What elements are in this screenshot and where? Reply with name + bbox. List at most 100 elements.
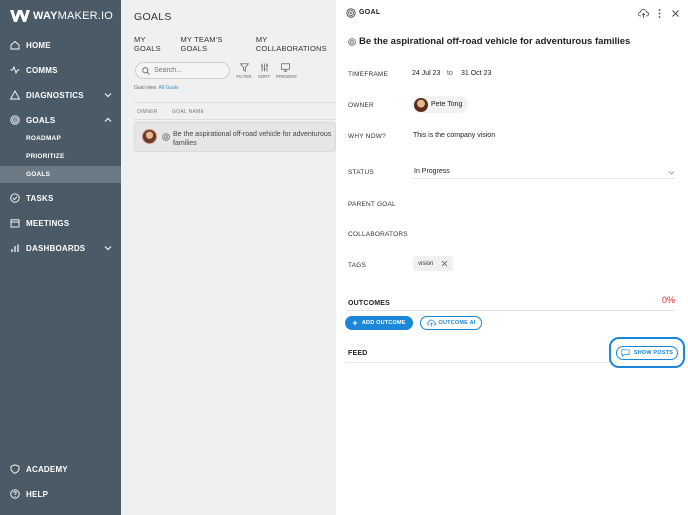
target-icon — [346, 8, 356, 18]
feed-heading: FEED — [348, 350, 368, 357]
help-icon — [10, 489, 20, 499]
sidebar-item-label: MEETINGS — [26, 218, 70, 228]
monitor-icon — [280, 63, 290, 72]
cloud-upload-icon[interactable] — [638, 8, 649, 19]
goal-title[interactable]: Be the aspirational off-road vehicle for… — [359, 36, 630, 47]
panel-header: GOAL — [359, 9, 381, 16]
sidebar-item-academy[interactable]: ACADEMY — [0, 459, 121, 479]
add-outcome-label: ADD OUTCOME — [361, 320, 406, 326]
sidebar-subitem-label: PRIORITIZE — [26, 153, 65, 160]
sidebar-item-dashboards[interactable]: DASHBOARDS — [0, 238, 121, 258]
goal-view: Goal view: All Goals — [134, 85, 178, 91]
search-box[interactable] — [135, 62, 230, 79]
chevron-down-icon[interactable] — [104, 91, 112, 99]
sidebar-subitem-goals[interactable]: GOALS — [0, 166, 121, 183]
pulse-icon — [10, 65, 20, 75]
status-underline — [412, 178, 675, 179]
column-owner[interactable]: OWNER — [137, 109, 158, 115]
tag-chip[interactable]: vision — [413, 256, 454, 271]
tag-label: vision — [418, 260, 434, 267]
sort-label: SORT — [257, 74, 271, 79]
sidebar-subitem-label: ROADMAP — [26, 135, 61, 142]
calendar-icon — [10, 218, 20, 228]
outcome-ai-button[interactable]: OUTCOME AI — [420, 316, 482, 330]
sidebar-item-goals[interactable]: GOALS — [0, 110, 121, 130]
close-icon[interactable] — [670, 8, 681, 19]
sidebar-item-label: DIAGNOSTICS — [26, 90, 84, 100]
show-posts-button[interactable]: SHOW POSTS — [616, 346, 678, 360]
sidebar-item-home[interactable]: HOME — [0, 35, 121, 55]
tab-my-collaborations[interactable]: MY COLLABORATIONS — [256, 35, 336, 53]
owner-chip[interactable]: Pete Tong — [412, 96, 469, 113]
chevron-down-icon[interactable] — [668, 169, 675, 176]
target-icon — [162, 133, 170, 141]
sidebar-item-comms[interactable]: COMMS — [0, 60, 121, 80]
sidebar-item-label: TASKS — [26, 193, 54, 203]
outcome-ai-label: OUTCOME AI — [438, 320, 476, 326]
sidebar-item-label: HOME — [26, 40, 51, 50]
chevron-down-icon[interactable] — [104, 244, 112, 252]
present-button[interactable]: PRESENT — [276, 63, 298, 79]
filter-button[interactable]: FILTER — [235, 63, 253, 79]
waymaker-logo[interactable]: WAYMAKER.IO — [10, 8, 113, 24]
timeframe-label: TIMEFRAME — [348, 71, 389, 78]
goal-view-label: Goal view: — [134, 85, 158, 91]
close-icon[interactable] — [441, 260, 448, 267]
table-row[interactable]: Be the aspirational off-road vehicle for… — [134, 122, 336, 152]
present-label: PRESENT — [276, 74, 298, 79]
parent-goal-label: PARENT GOAL — [348, 201, 396, 208]
page-title: GOALS — [134, 11, 172, 23]
goal-view-link[interactable]: All Goals — [158, 85, 178, 91]
goal-detail-panel: GOAL Be the aspirational off-road vehicl… — [336, 0, 688, 515]
tab-my-teams-goals[interactable]: MY TEAM'S GOALS — [180, 35, 247, 53]
status-label: STATUS — [348, 169, 374, 176]
logo-text: WAYMAKER.IO — [33, 10, 114, 22]
target-icon — [10, 115, 20, 125]
sidebar-subitem-prioritize[interactable]: PRIORITIZE — [0, 148, 121, 165]
sidebar-item-label: COMMS — [26, 65, 58, 75]
status-select[interactable]: In Progress — [414, 168, 450, 175]
filter-icon — [239, 63, 249, 72]
sidebar-item-tasks[interactable]: TASKS — [0, 188, 121, 208]
timeframe-start[interactable]: 24 Jul 23 — [412, 70, 440, 77]
outcomes-heading: OUTCOMES — [348, 300, 391, 307]
search-input[interactable] — [154, 67, 224, 74]
more-vertical-icon[interactable] — [654, 8, 665, 19]
chevron-up-icon[interactable] — [104, 116, 112, 124]
sidebar-subitem-label: GOALS — [26, 171, 51, 178]
avatar — [142, 129, 157, 144]
cloud-upload-icon — [426, 319, 436, 327]
owner-name: Pete Tong — [431, 101, 463, 108]
why-now-value[interactable]: This is the company vision — [413, 132, 495, 139]
target-icon — [348, 38, 356, 46]
column-goal-name[interactable]: GOAL NAME — [172, 109, 204, 115]
collaborators-label: COLLABORATORS — [348, 231, 408, 238]
check-circle-icon — [10, 193, 20, 203]
divider — [346, 310, 675, 311]
sidebar-item-meetings[interactable]: MEETINGS — [0, 213, 121, 233]
filter-label: FILTER — [236, 74, 252, 79]
tab-my-goals[interactable]: MY GOALS — [134, 35, 172, 53]
goals-list-panel: GOALS MY GOALS MY TEAM'S GOALS MY COLLAB… — [121, 0, 336, 515]
warning-icon — [10, 90, 20, 100]
goals-tabs: MY GOALS MY TEAM'S GOALS MY COLLABORATIO… — [134, 35, 336, 53]
sidebar-subitem-roadmap[interactable]: ROADMAP — [0, 130, 121, 147]
why-now-label: WHY NOW? — [348, 133, 386, 140]
sidebar: WAYMAKER.IO HOME COMMS DIAGNOSTICS GOALS… — [0, 0, 121, 515]
shield-icon — [10, 464, 20, 474]
goals-table-header: OWNER GOAL NAME — [134, 102, 336, 120]
tags-label: TAGS — [348, 262, 367, 269]
timeframe-end[interactable]: 31 Oct 23 — [461, 70, 491, 77]
sort-button[interactable]: SORT — [255, 63, 273, 79]
divider — [346, 362, 611, 363]
add-outcome-button[interactable]: + ADD OUTCOME — [345, 316, 413, 330]
sidebar-item-label: DASHBOARDS — [26, 243, 86, 253]
goal-name: Be the aspirational off-road vehicle for… — [173, 131, 332, 147]
sidebar-item-diagnostics[interactable]: DIAGNOSTICS — [0, 85, 121, 105]
show-posts-label: SHOW POSTS — [633, 350, 674, 356]
search-icon — [142, 66, 150, 75]
owner-label: OWNER — [348, 102, 374, 109]
waymaker-logo-icon — [10, 10, 30, 22]
sidebar-item-help[interactable]: HELP — [0, 484, 121, 504]
bar-chart-icon — [10, 243, 20, 253]
